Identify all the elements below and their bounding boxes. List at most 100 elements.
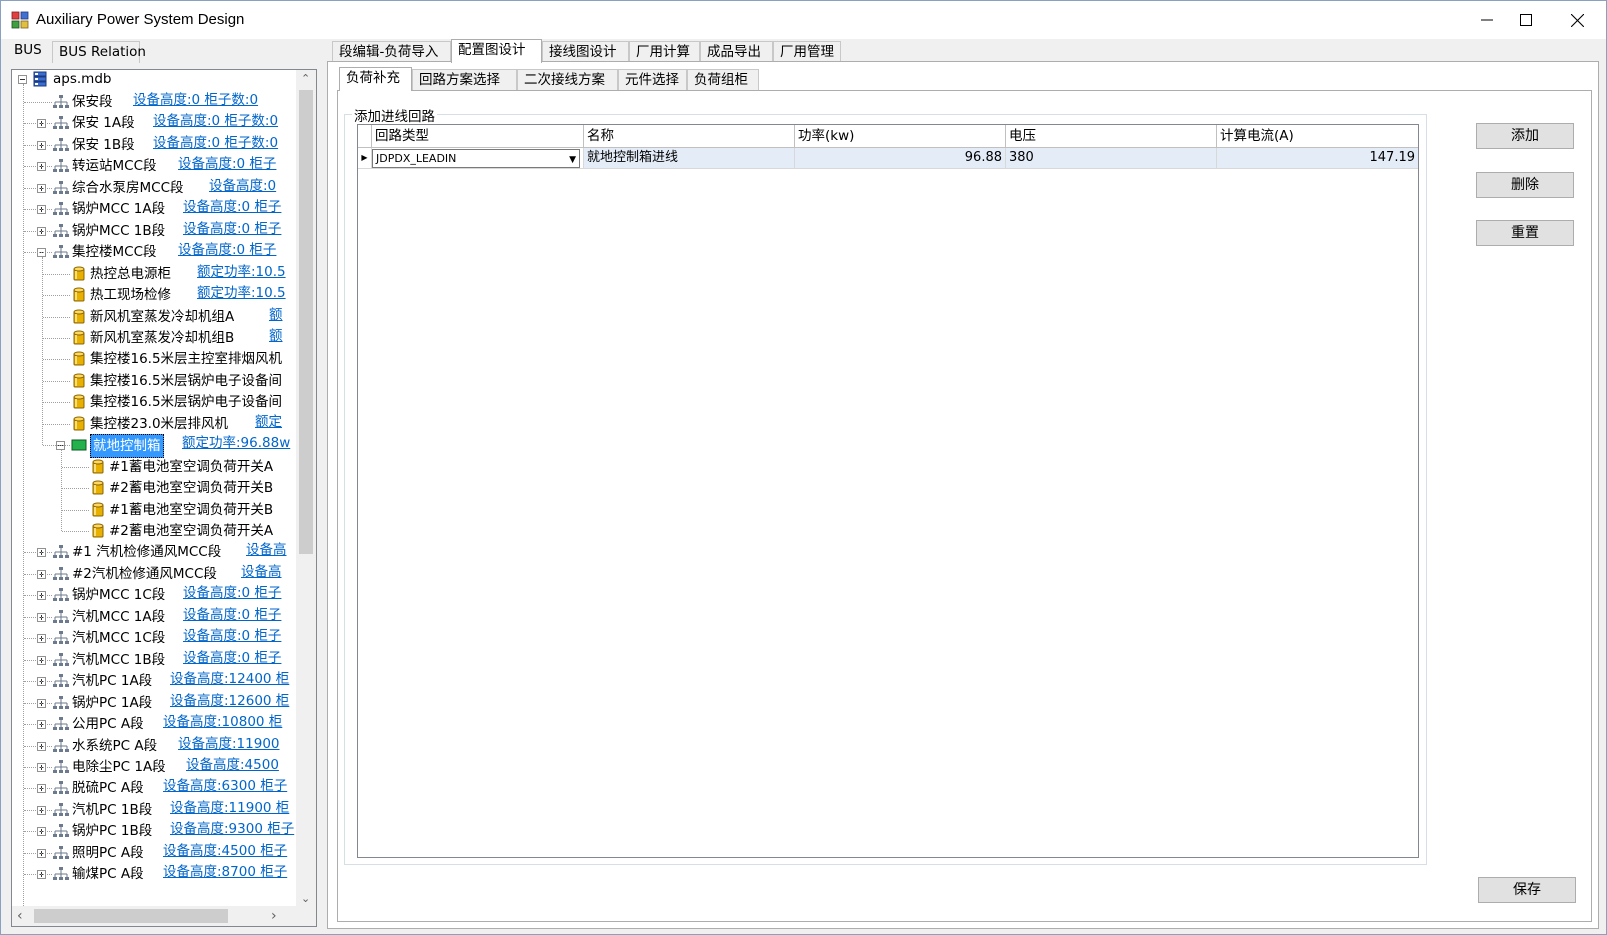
- tree-node-info-link[interactable]: 额定: [255, 411, 282, 433]
- tree-node-info-link[interactable]: 设备高度:0 柜子数:0: [153, 132, 278, 154]
- tree-connector-line: [43, 273, 70, 275]
- tab-sub-2[interactable]: 二次接线方案: [517, 69, 618, 91]
- tree-node-info-link[interactable]: 设备高度:0 柜子: [178, 153, 276, 175]
- tab-main-4[interactable]: 成品导出: [700, 41, 773, 63]
- tree-vertical-scroll-thumb[interactable]: [299, 90, 313, 554]
- tree-node-info-link[interactable]: 设备高度:0 柜子: [183, 582, 281, 604]
- table-row-name-cell[interactable]: 就地控制箱进线: [584, 148, 795, 169]
- circuit-grid[interactable]: 回路类型 名称 功率(kw) 电压 计算电流(A) ▶ JDPDX_LEADIN…: [357, 124, 1419, 858]
- tree-horizontal-scrollbar[interactable]: ‹ ›: [12, 906, 297, 926]
- tree-root-node[interactable]: aps.mdb: [12, 70, 297, 90]
- minimize-icon: [1481, 19, 1493, 21]
- bus-tree[interactable]: aps.mdb 保安段 设备高度:0 柜子数:0 保安 1A段 设备高度:0 柜子数:0…: [12, 70, 297, 908]
- tree-bus-node[interactable]: 输煤PC A段 设备高度:8700 柜子: [12, 863, 297, 885]
- close-button[interactable]: [1554, 1, 1600, 39]
- tree-connector-line: [24, 252, 52, 254]
- tree-node-info-link[interactable]: 额定功率:96.88w: [182, 432, 290, 454]
- network-icon: [53, 759, 69, 775]
- tree-node-label: 综合水泵房MCC段: [72, 179, 184, 196]
- circuit-type-combobox[interactable]: JDPDX_LEADIN ▼: [372, 149, 580, 168]
- save-button[interactable]: 保存: [1478, 877, 1576, 903]
- scroll-left-icon[interactable]: ‹: [17, 908, 23, 924]
- tree-node-label: 集控楼16.5米层锅炉电子设备间: [90, 394, 283, 411]
- maximize-button[interactable]: [1503, 1, 1549, 39]
- scroll-down-icon[interactable]: ⌄: [301, 892, 310, 905]
- tree-load-node[interactable]: #1蓄电池室空调负荷开关B: [12, 499, 297, 521]
- row-selector-icon[interactable]: ▶: [358, 148, 372, 169]
- tree-node-info-link[interactable]: 设备高度:0 柜子: [178, 239, 276, 261]
- tree-load-node[interactable]: #2蓄电池室空调负荷开关B: [12, 477, 297, 499]
- tree-node-label: 保安 1A段: [72, 115, 135, 132]
- tree-connector-line: [43, 423, 70, 425]
- network-icon: [53, 244, 69, 260]
- grid-header-power[interactable]: 功率(kw): [795, 125, 1006, 148]
- tree-connector-line: [24, 852, 52, 854]
- network-icon: [53, 158, 69, 174]
- grid-row-header-corner: [358, 125, 372, 148]
- reset-button[interactable]: 重置: [1476, 220, 1574, 246]
- scroll-up-icon[interactable]: ⌃: [301, 72, 310, 85]
- grid-header-circuit-type[interactable]: 回路类型: [372, 125, 584, 148]
- tree-node-info-link[interactable]: 设备高度:0 柜子: [183, 647, 281, 669]
- tree-node-info-link[interactable]: 设备高度:0 柜子: [183, 604, 281, 626]
- tab-main-1[interactable]: 配置图设计: [451, 39, 542, 63]
- tree-node-info-link[interactable]: 设备高度:12600 柜: [170, 690, 289, 712]
- tree-connector-line: [24, 144, 52, 146]
- tab-main-2[interactable]: 接线图设计: [542, 41, 629, 63]
- tree-node-info-link[interactable]: 设备高: [241, 561, 282, 583]
- tree-connector-line: [43, 380, 70, 382]
- network-icon: [53, 201, 69, 217]
- scroll-right-icon[interactable]: ›: [271, 908, 277, 924]
- tree-node-label: 电除尘PC 1A段: [72, 758, 166, 775]
- add-button[interactable]: 添加: [1476, 123, 1574, 149]
- tree-node-info-link[interactable]: 设备高度:11900 柜: [170, 797, 289, 819]
- tree-node-info-link[interactable]: 设备高度:0 柜子数:0: [133, 89, 258, 111]
- tree-node-label: 就地控制箱: [90, 434, 164, 459]
- delete-button[interactable]: 删除: [1476, 172, 1574, 198]
- tree-node-info-link[interactable]: 额: [269, 325, 283, 347]
- chevron-down-icon[interactable]: ▼: [569, 152, 576, 169]
- tab-sub-3[interactable]: 元件选择: [618, 69, 687, 91]
- table-row-voltage-cell[interactable]: 380: [1006, 148, 1217, 169]
- tree-node-info-link[interactable]: 设备高度:0 柜子: [183, 196, 281, 218]
- grid-header-name[interactable]: 名称: [584, 125, 795, 148]
- tab-sub-0[interactable]: 负荷补充: [339, 67, 412, 91]
- tree-node-info-link[interactable]: 设备高度:0 柜子: [183, 218, 281, 240]
- tab-sub-1[interactable]: 回路方案选择: [412, 69, 517, 91]
- tree-node-info-link[interactable]: 额定功率:10.5: [197, 282, 286, 304]
- table-row-current-cell[interactable]: 147.19: [1217, 148, 1418, 169]
- circuit-type-value: JDPDX_LEADIN: [376, 152, 457, 165]
- tree-node-info-link[interactable]: 设备高度:0 柜子数:0: [153, 110, 278, 132]
- grid-header-current[interactable]: 计算电流(A): [1217, 125, 1418, 148]
- tree-horizontal-scroll-thumb[interactable]: [34, 909, 228, 923]
- tree-node-info-link[interactable]: 设备高度:9300 柜子: [170, 818, 294, 840]
- tree-node-info-link[interactable]: 额定功率:10.5: [197, 261, 286, 283]
- tab-bus[interactable]: BUS: [7, 39, 51, 65]
- tree-node-info-link[interactable]: 设备高度:11900: [178, 733, 280, 755]
- network-icon: [53, 866, 69, 882]
- grid-header-voltage[interactable]: 电压: [1006, 125, 1217, 148]
- tree-node-info-link[interactable]: 设备高度:0 柜子: [183, 625, 281, 647]
- tab-main-5[interactable]: 厂用管理: [773, 41, 841, 63]
- tab-main-3[interactable]: 厂用计算: [629, 41, 700, 63]
- tree-node-info-link[interactable]: 设备高度:4500 柜子: [163, 840, 287, 862]
- tab-main-0[interactable]: 段编辑-负荷导入: [332, 41, 451, 63]
- tree-load-node[interactable]: #1蓄电池室空调负荷开关A: [12, 456, 297, 478]
- tab-bus-relation[interactable]: BUS Relation: [52, 41, 146, 63]
- tree-vertical-scrollbar[interactable]: ⌃ ⌄: [296, 70, 316, 908]
- tree-node-info-link[interactable]: 设备高: [246, 539, 287, 561]
- tree-node-info-link[interactable]: 设备高度:4500: [186, 754, 279, 776]
- tree-connector-line: [24, 123, 52, 125]
- tree-node-info-link[interactable]: 设备高度:6300 柜子: [163, 775, 287, 797]
- tree-node-info-link[interactable]: 设备高度:8700 柜子: [163, 861, 287, 883]
- network-icon: [53, 137, 69, 153]
- tab-sub-4[interactable]: 负荷组柜: [687, 69, 759, 91]
- tree-connector-line: [24, 809, 52, 811]
- tree-node-info-link[interactable]: 设备高度:12400 柜: [170, 668, 289, 690]
- table-row-power-cell[interactable]: 96.88: [795, 148, 1006, 169]
- tree-node-info-link[interactable]: 设备高度:10800 柜: [163, 711, 282, 733]
- tree-node-info-link[interactable]: 额: [269, 304, 283, 326]
- collapse-icon[interactable]: [18, 75, 27, 84]
- tree-node-info-link[interactable]: 设备高度:0: [209, 175, 276, 197]
- tree-connector-line: [62, 509, 89, 511]
